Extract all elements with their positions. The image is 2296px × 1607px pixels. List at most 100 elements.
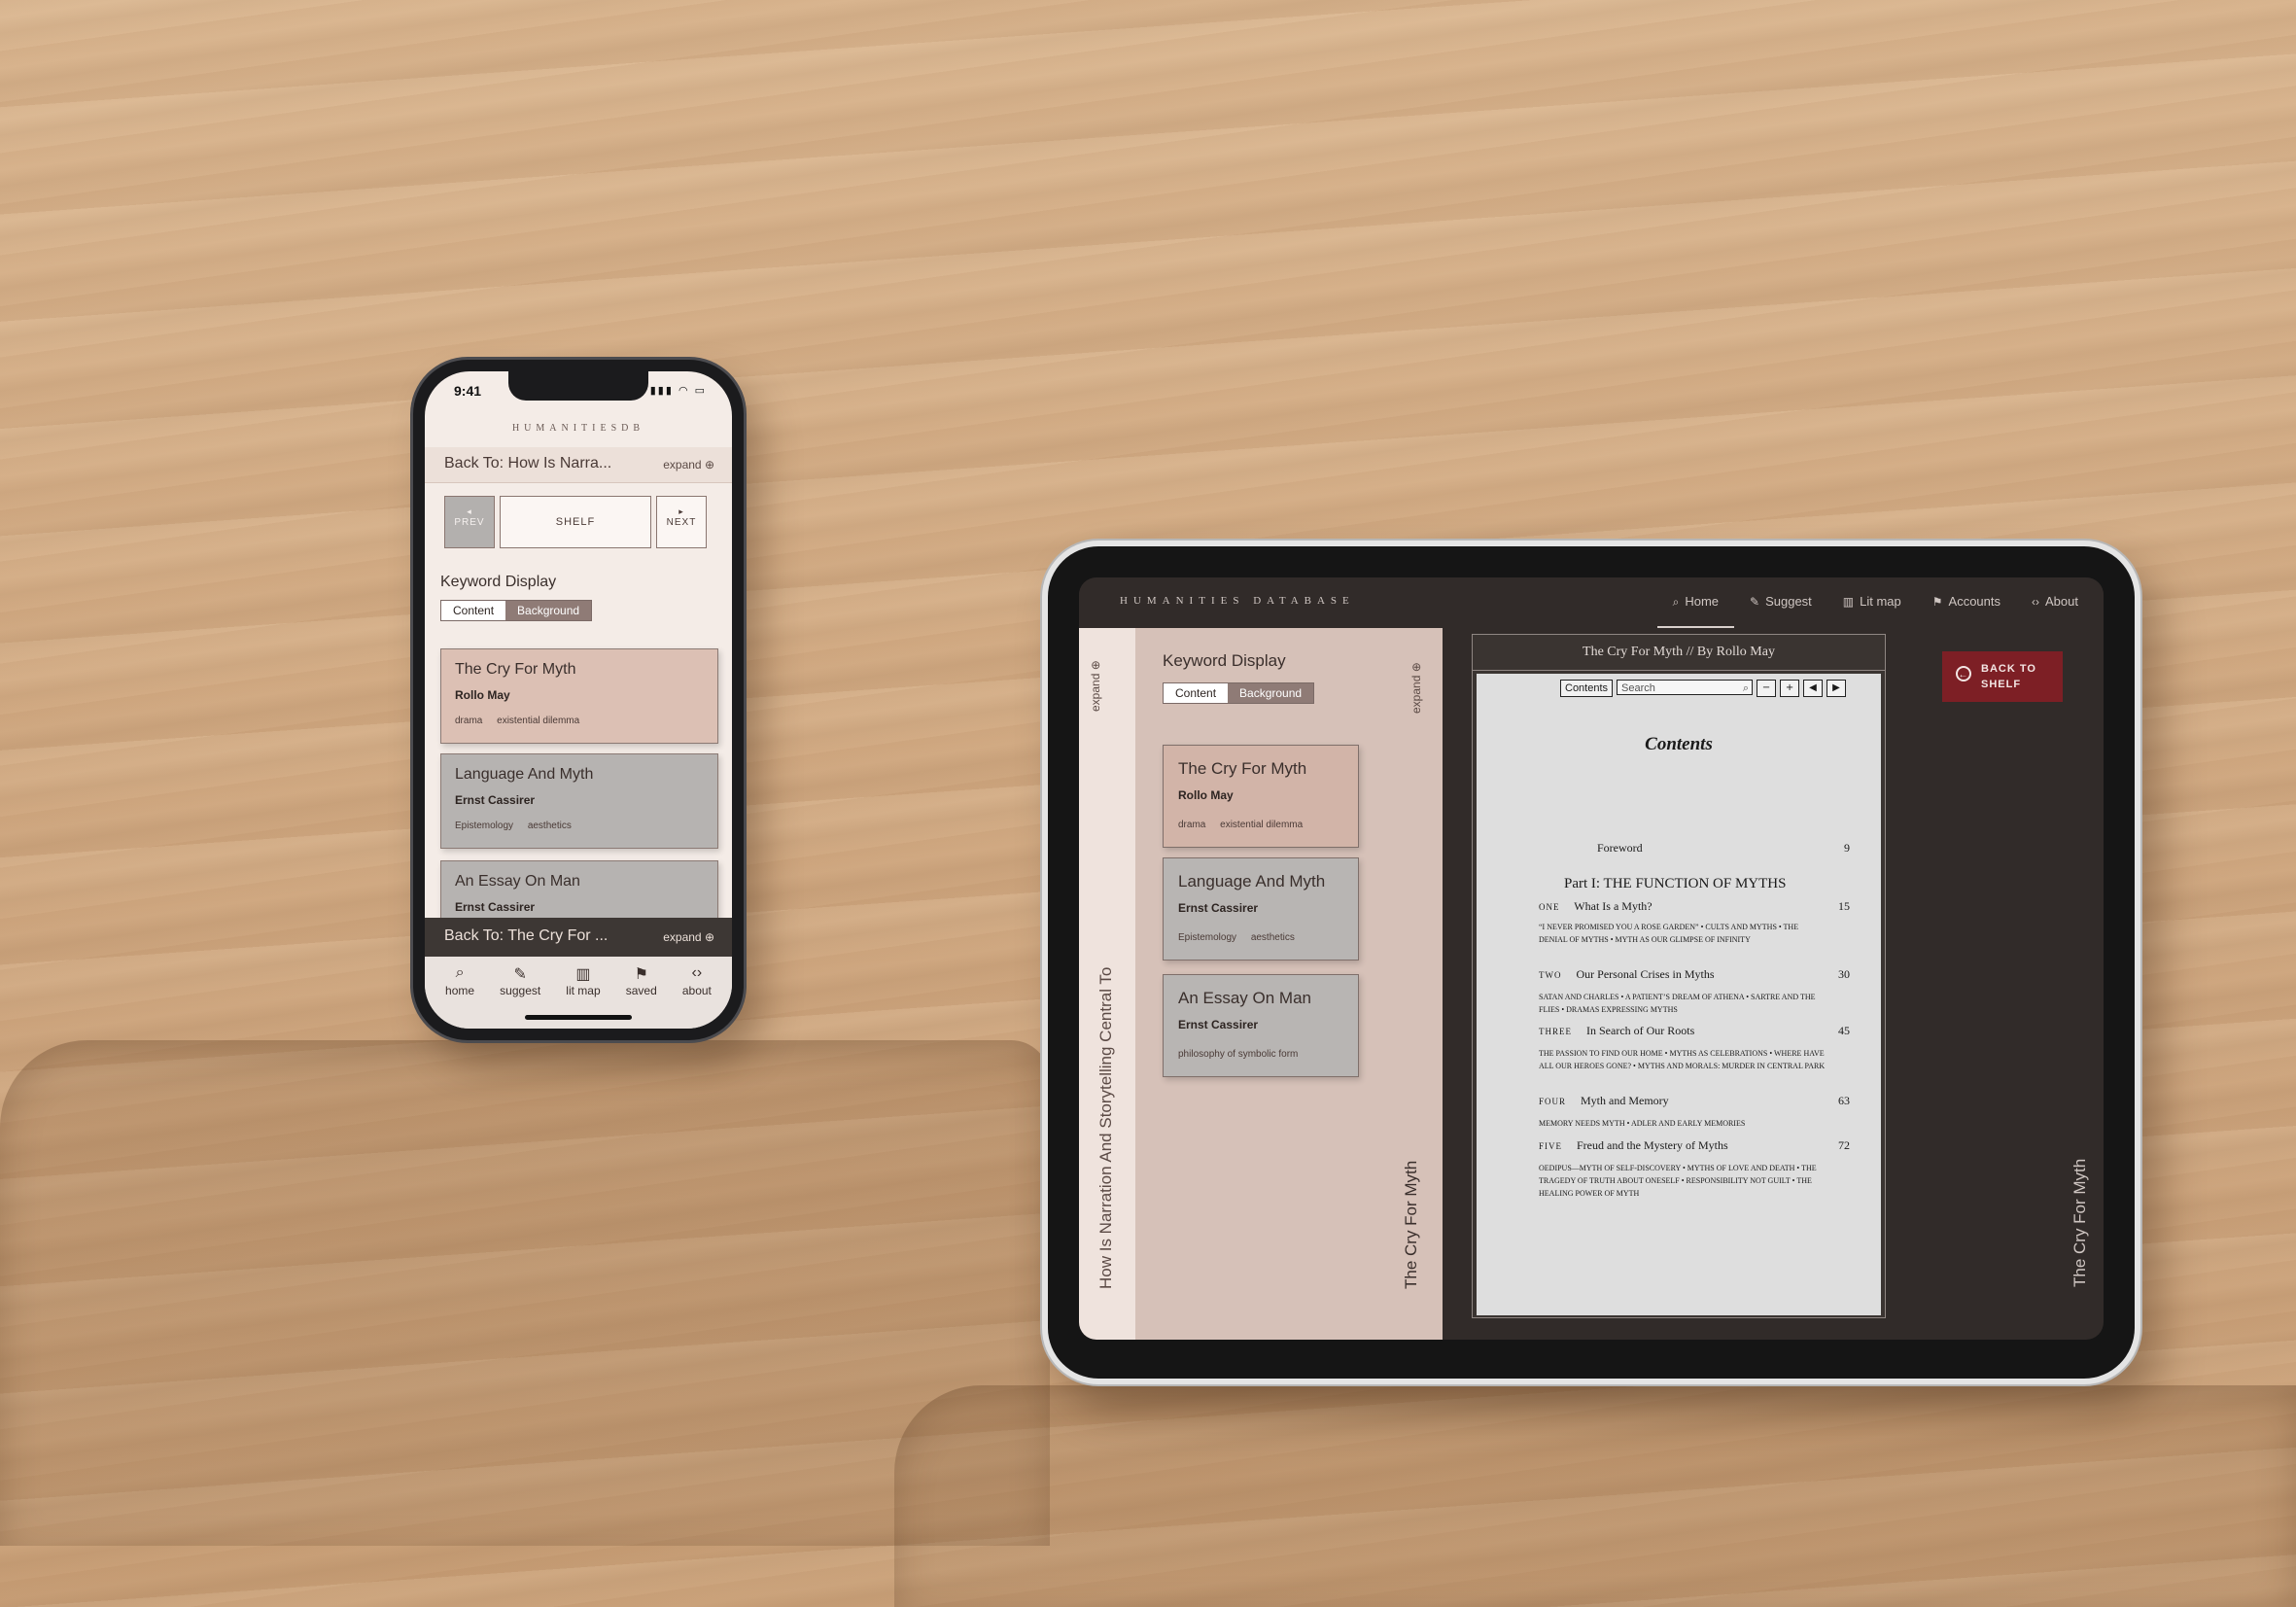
document-page[interactable]: Contents Search ⌕ − + ◀ ▶ Contents Forew…: [1477, 674, 1881, 1315]
reader-toolbar: Contents Search ⌕ − + ◀ ▶: [1560, 680, 1847, 697]
toc-title: Foreword: [1597, 841, 1643, 855]
tab-label: suggest: [500, 984, 541, 997]
previous-page-icon[interactable]: ◀: [1803, 680, 1824, 697]
book-title: An Essay On Man: [1178, 989, 1312, 1007]
expand-icon: ⊕: [704, 458, 714, 472]
code-icon: ‹›: [691, 964, 703, 981]
reader-header: The Cry For Myth // By Rollo May: [1473, 635, 1885, 671]
bookmark-icon: ⚑: [634, 966, 648, 983]
zoom-in-icon[interactable]: +: [1780, 680, 1800, 697]
expand-button[interactable]: expand ⊕: [663, 458, 714, 472]
tab-home[interactable]: ⌕ home: [445, 957, 474, 1029]
toc-chapter[interactable]: ONE What Is a Myth? 15: [1539, 899, 1850, 914]
toggle-background[interactable]: Background: [1228, 683, 1314, 703]
expand-icon: ⊕: [1089, 660, 1102, 671]
book-card[interactable]: An Essay On Man Ernst Cassirer philosoph…: [1163, 974, 1359, 1077]
toc-chapter[interactable]: FOUR Myth and Memory 63: [1539, 1094, 1850, 1108]
tab-about[interactable]: ‹› about: [682, 957, 712, 1029]
book-author: Rollo May: [455, 688, 510, 702]
chapter-title: Freud and the Mystery of Myths: [1577, 1138, 1728, 1152]
book-keywords: Epistemology aesthetics: [455, 821, 583, 831]
current-book-label[interactable]: Back To: The Cry For ...: [444, 927, 608, 945]
nav-suggest[interactable]: ✎ Suggest: [1734, 577, 1827, 628]
toc-chapter[interactable]: FIVE Freud and the Mystery of Myths 72: [1539, 1138, 1850, 1153]
app-brand: HUMANITIES DATABASE: [1120, 595, 1355, 607]
book-keywords: drama existential dilemma: [455, 716, 591, 726]
next-page-icon[interactable]: ▶: [1826, 680, 1847, 697]
toc-foreword[interactable]: Foreword 9: [1597, 841, 1850, 856]
shelf-button[interactable]: SHELF: [500, 496, 651, 548]
expand-label: expand: [1089, 673, 1102, 712]
book-title: Language And Myth: [1178, 872, 1326, 891]
current-book-bar[interactable]: Back To: The Cry For ... expand ⊕: [425, 918, 732, 957]
wooden-shelf-right: [894, 1385, 2296, 1607]
toggle-content[interactable]: Content: [1164, 683, 1229, 703]
nav-lit-map[interactable]: ▥ Lit map: [1827, 577, 1917, 628]
app-brand: HUMANITIESDB: [511, 423, 645, 434]
chapter-page: 15: [1838, 899, 1850, 913]
chapter-title: Myth and Memory: [1581, 1094, 1669, 1107]
back-bar-label[interactable]: Back To: How Is Narra...: [444, 455, 611, 472]
keyword-display-label: Keyword Display: [1163, 651, 1286, 670]
toc-chapter[interactable]: THREE In Search of Our Roots 45: [1539, 1024, 1850, 1038]
chapter-number: THREE: [1539, 1027, 1572, 1036]
book-author: Ernst Cassirer: [455, 793, 536, 807]
chapter-page: 63: [1838, 1094, 1850, 1107]
tablet-screen: HUMANITIES DATABASE ⌕ Home ✎ Suggest ▥ Lit …: [1079, 577, 2104, 1340]
doc-title: Contents: [1645, 734, 1713, 754]
chapter-summary: Satan and Charles • a patient’s dream of…: [1539, 993, 1816, 1014]
book-keywords: Epistemology aesthetics: [1178, 932, 1306, 943]
book-title: The Cry For Myth: [455, 661, 576, 678]
collapsed-query-panel[interactable]: expand ⊕ How Is Narration And Storytelli…: [1079, 628, 1135, 1340]
toggle-content[interactable]: Content: [441, 601, 506, 620]
keyword: aesthetics: [527, 821, 572, 831]
chapter-summary: Memory needs myth • Adler and early memo…: [1539, 1119, 1746, 1128]
nav-home[interactable]: ⌕ Home: [1656, 577, 1735, 628]
book-card[interactable]: The Cry For Myth Rollo May drama existen…: [1163, 745, 1359, 848]
contents-button[interactable]: Contents: [1560, 680, 1614, 697]
chapter-number: ONE: [1539, 902, 1560, 912]
zoom-out-icon[interactable]: −: [1757, 680, 1777, 697]
status-time: 9:41: [454, 383, 482, 399]
tablet-device: HUMANITIES DATABASE ⌕ Home ✎ Suggest ▥ Lit …: [1042, 541, 2140, 1384]
back-to-shelf-button[interactable]: ← BACK TO SHELF: [1942, 651, 2063, 702]
expand-label: expand: [663, 458, 702, 472]
tab-label: lit map: [566, 984, 601, 997]
keyword-toggle[interactable]: Content Background: [440, 600, 593, 621]
book-card[interactable]: Language And Myth Ernst Cassirer Epistem…: [440, 753, 718, 849]
prev-button[interactable]: ◂ PREV: [444, 496, 495, 548]
expand-icon: ⊕: [1409, 662, 1423, 673]
nav-about[interactable]: ‹› About: [2016, 577, 2094, 628]
suggest-icon: ✎: [1750, 595, 1760, 609]
book-card[interactable]: Language And Myth Ernst Cassirer Epistem…: [1163, 857, 1359, 961]
book-keywords: drama existential dilemma: [1178, 820, 1314, 830]
book-title: The Cry For Myth: [1178, 759, 1307, 778]
toggle-background[interactable]: Background: [505, 601, 592, 620]
next-label: NEXT: [666, 517, 697, 528]
keyword: Epistemology: [1178, 932, 1237, 943]
keyword: Epistemology: [455, 821, 514, 831]
book-card[interactable]: The Cry For Myth Rollo May drama existen…: [440, 648, 718, 744]
bookmark-icon: ⚑: [1931, 595, 1943, 609]
chapter-number: FOUR: [1539, 1097, 1567, 1106]
next-button[interactable]: ▸ NEXT: [656, 496, 707, 548]
panel-vertical-title: The Cry For Myth: [1402, 1160, 1420, 1289]
chapter-page: 72: [1838, 1138, 1850, 1152]
expand-icon: ⊕: [704, 930, 714, 944]
expand-label: expand: [1409, 675, 1423, 714]
wooden-shelf-lower: [0, 1040, 1050, 1546]
suggest-icon: ✎: [513, 966, 527, 983]
phone-screen: 9:41 ▮▮▮ ◠ ▭ HUMANITIESDB Back To: How I…: [425, 371, 732, 1029]
keyword-toggle[interactable]: Content Background: [1163, 682, 1315, 704]
top-nav-bar: HUMANITIES DATABASE ⌕ Home ✎ Suggest ▥ Lit …: [1079, 577, 2104, 628]
chapter-title: In Search of Our Roots: [1586, 1024, 1695, 1037]
nav-accounts[interactable]: ⚑ Accounts: [1917, 577, 2016, 628]
reader-search-input[interactable]: Search ⌕: [1617, 680, 1754, 695]
back-bar[interactable]: Back To: How Is Narra... expand ⊕: [425, 447, 732, 483]
expand-button[interactable]: expand ⊕: [663, 930, 714, 944]
book-keywords: philosophy of symbolic form: [1178, 1049, 1309, 1060]
chapter-summary: “I never promised you a rose garden” • c…: [1539, 923, 1799, 944]
expand-button[interactable]: expand ⊕: [1409, 662, 1423, 714]
toc-chapter[interactable]: TWO Our Personal Crises in Myths 30: [1539, 967, 1850, 982]
expand-button[interactable]: expand ⊕: [1089, 660, 1102, 712]
